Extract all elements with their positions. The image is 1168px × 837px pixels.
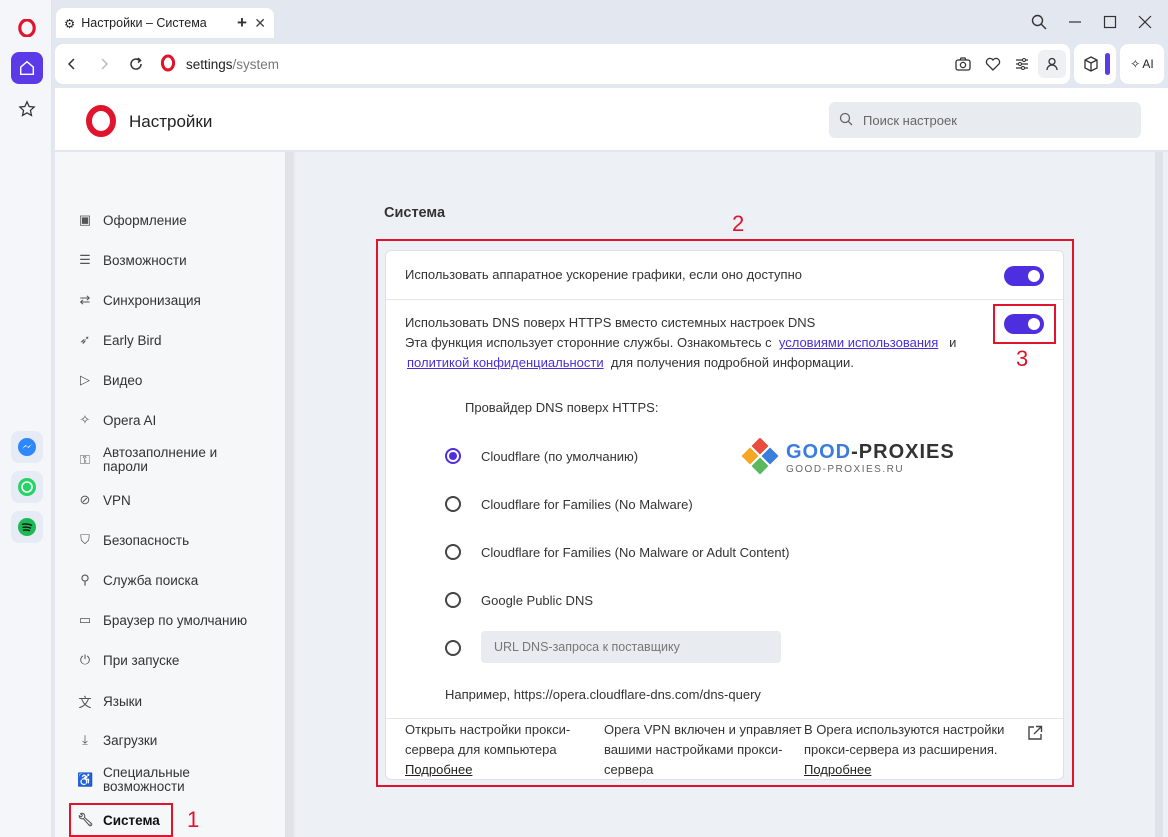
key-icon: ⚿ (80, 452, 90, 467)
vpn-icon: ⊘ (79, 492, 91, 507)
play-icon: ▷ (80, 372, 90, 387)
annotation-number-3: 3 (1016, 346, 1029, 371)
maximize-button[interactable] (1098, 10, 1122, 34)
gear-icon: ⚙ (64, 16, 76, 31)
search-icon (839, 112, 853, 129)
settings-nav: ▣ Оформление ☰ Возможности ⇄ Синхронизация … (55, 152, 293, 837)
nav-item-autofill[interactable]: ⚿ Автозаполнение и пароли (77, 446, 277, 474)
nav-item-search-engine[interactable]: ⚲ Служба поиска (77, 572, 277, 588)
opera-logo-icon (84, 105, 118, 140)
title-bar: ⚙ Настройки – Система ✕ + (52, 0, 1168, 42)
search-placeholder: Поиск настроек (863, 112, 957, 128)
nav-item-accessibility[interactable]: ♿ Специальные возможности (77, 766, 277, 794)
nav-item-languages[interactable]: 文 Языки (77, 692, 277, 711)
list-icon: ☰ (79, 252, 91, 267)
tab-search-icon[interactable] (1027, 10, 1051, 34)
annotation-box-1 (69, 803, 173, 837)
browser-sidebar (0, 0, 52, 837)
annotation-box-3 (993, 304, 1056, 344)
nav-item-default-browser[interactable]: ▭ Браузер по умолчанию (77, 612, 277, 628)
opera-logo-icon[interactable] (11, 12, 43, 44)
power-icon: ⏻ (79, 652, 91, 667)
nav-item-opera-ai[interactable]: ✧ Opera AI (77, 412, 277, 428)
whatsapp-icon[interactable] (11, 471, 43, 503)
browser-icon: ▭ (78, 612, 92, 627)
accessibility-icon: ♿ (77, 772, 94, 787)
bookmarks-star-icon[interactable] (11, 93, 43, 125)
nav-item-sync[interactable]: ⇄ Синхронизация (77, 292, 277, 308)
back-button[interactable] (56, 48, 88, 80)
annotation-box-2 (376, 239, 1074, 787)
sparkle-icon: ✧ (1130, 57, 1141, 71)
nav-item-vpn[interactable]: ⊘ VPN (77, 492, 277, 508)
nav-item-downloads[interactable]: ⤓ Загрузки (77, 732, 277, 748)
url-field[interactable]: settings/system (186, 57, 279, 72)
nav-item-early-bird[interactable]: ➶ Early Bird (77, 332, 277, 348)
minimize-button[interactable] (1063, 10, 1087, 34)
annotation-number-1: 1 (187, 807, 200, 832)
settings-search-input[interactable]: Поиск настроек (829, 102, 1141, 138)
nav-item-video[interactable]: ▷ Видео (77, 372, 277, 388)
sync-icon: ⇄ (79, 292, 91, 307)
camera-icon[interactable] (949, 50, 977, 78)
accent-bar (1105, 53, 1110, 75)
image-icon: ▣ (78, 212, 92, 227)
bird-icon: ➶ (79, 332, 91, 347)
section-title: Система (384, 205, 446, 221)
tab-close-icon[interactable]: ✕ (254, 15, 266, 32)
nav-item-security[interactable]: ⛉ Безопасность (77, 532, 277, 548)
sparkle-icon: ✧ (79, 412, 91, 427)
ai-button[interactable]: ✧ AI (1120, 44, 1164, 84)
spotify-icon[interactable] (11, 511, 43, 543)
new-tab-button[interactable]: + (230, 11, 254, 35)
home-icon[interactable] (11, 52, 43, 84)
shield-icon: ⛉ (80, 532, 90, 547)
download-icon: ⤓ (82, 732, 88, 747)
opera-url-icon (160, 54, 176, 75)
annotation-number-2: 2 (732, 211, 745, 236)
nav-scrollbar[interactable] (285, 152, 293, 837)
language-icon: 文 (78, 695, 92, 710)
messenger-icon[interactable] (11, 431, 43, 463)
tab-title: Настройки – Система (81, 16, 207, 30)
page-title: Настройки (129, 112, 213, 131)
address-bar: settings/system (55, 44, 1070, 84)
ai-label: AI (1142, 57, 1154, 71)
heart-icon[interactable] (979, 50, 1007, 78)
nav-item-features[interactable]: ☰ Возможности (77, 252, 277, 268)
content-scrollbar[interactable] (1155, 152, 1163, 837)
close-window-button[interactable] (1133, 10, 1157, 34)
reload-button[interactable] (120, 48, 152, 80)
cube-icon (1084, 56, 1098, 75)
forward-button[interactable] (88, 48, 120, 80)
nav-item-on-startup[interactable]: ⏻ При запуске (77, 652, 277, 668)
nav-item-appearance[interactable]: ▣ Оформление (77, 212, 277, 228)
easy-setup-icon[interactable] (1008, 50, 1036, 78)
profile-icon[interactable] (1038, 50, 1066, 78)
search-icon: ⚲ (80, 572, 90, 587)
extensions-button[interactable] (1074, 44, 1116, 84)
